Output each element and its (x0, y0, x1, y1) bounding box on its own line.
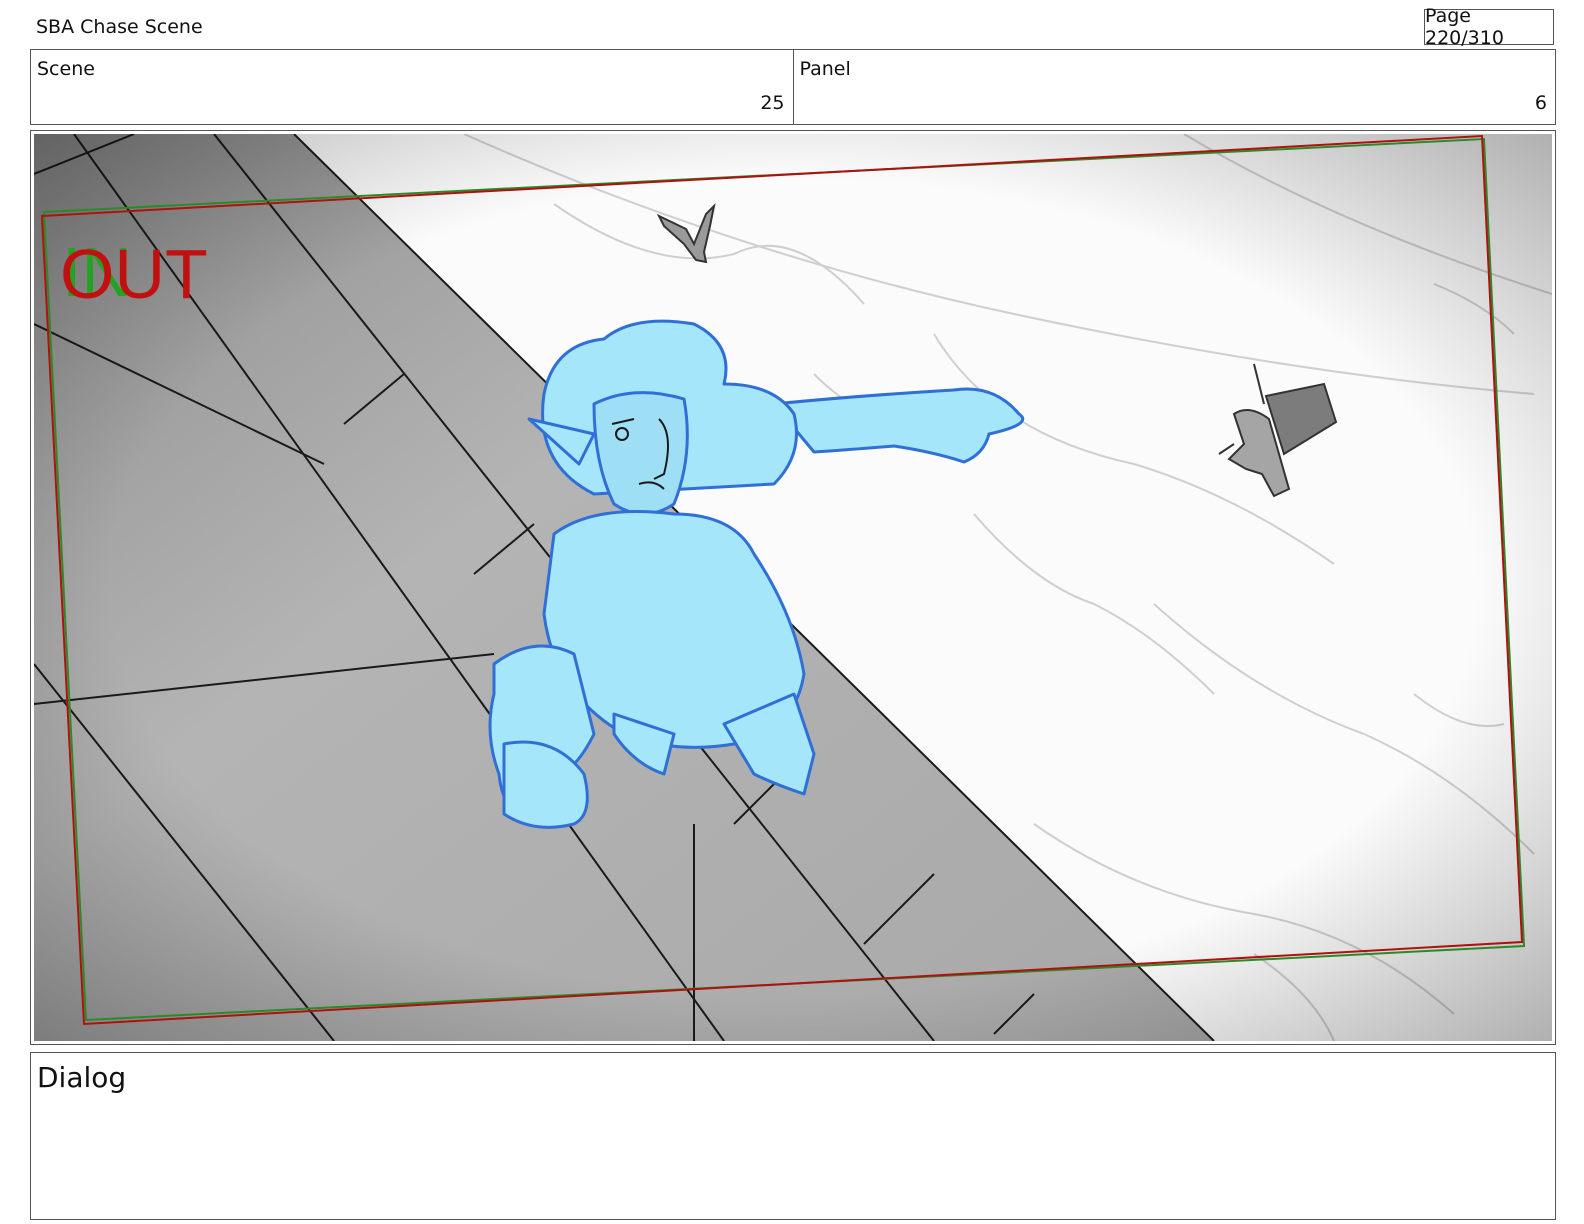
scene-label: Scene (37, 58, 95, 80)
panel-label: Panel (799, 58, 851, 80)
storyboard-panel-image: IN OUT (34, 134, 1552, 1041)
storyboard-title: SBA Chase Scene (36, 16, 203, 38)
dialog-label: Dialog (37, 1061, 127, 1094)
scene-cell: Scene 25 (31, 50, 793, 124)
panel-number: 6 (1534, 92, 1547, 114)
page-number: Page 220/310 (1424, 5, 1554, 49)
out-marker: OUT (60, 235, 208, 313)
panel-cell: Panel 6 (792, 50, 1556, 124)
scene-panel-info: Scene 25 Panel 6 (30, 49, 1556, 125)
scene-number: 25 (760, 92, 785, 114)
dialog-box: Dialog (30, 1052, 1556, 1220)
